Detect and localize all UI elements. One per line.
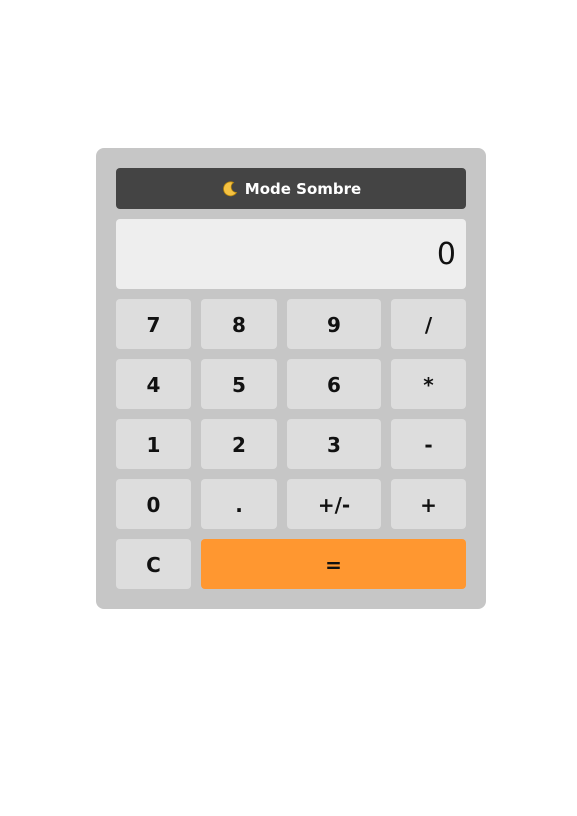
display: 0	[116, 219, 466, 289]
key-subtract[interactable]: -	[391, 419, 466, 469]
key-6[interactable]: 6	[287, 359, 381, 409]
key-4[interactable]: 4	[116, 359, 191, 409]
key-5[interactable]: 5	[201, 359, 277, 409]
key-equals[interactable]: =	[201, 539, 466, 589]
key-7[interactable]: 7	[116, 299, 191, 349]
key-decimal[interactable]: .	[201, 479, 277, 529]
display-value: 0	[436, 236, 456, 272]
key-1[interactable]: 1	[116, 419, 191, 469]
key-add[interactable]: +	[391, 479, 466, 529]
key-9[interactable]: 9	[287, 299, 381, 349]
dark-mode-toggle[interactable]: Mode Sombre	[116, 168, 466, 209]
key-clear[interactable]: C	[116, 539, 191, 589]
key-0[interactable]: 0	[116, 479, 191, 529]
key-multiply[interactable]: *	[391, 359, 466, 409]
key-negate[interactable]: +/-	[287, 479, 381, 529]
calculator: Mode Sombre 0 7 8 9 / 4 5 6 * 1 2 3 - 0 …	[96, 148, 486, 609]
key-3[interactable]: 3	[287, 419, 381, 469]
moon-icon	[221, 180, 239, 198]
dark-mode-toggle-label: Mode Sombre	[244, 179, 362, 198]
key-2[interactable]: 2	[201, 419, 277, 469]
key-divide[interactable]: /	[391, 299, 466, 349]
key-8[interactable]: 8	[201, 299, 277, 349]
